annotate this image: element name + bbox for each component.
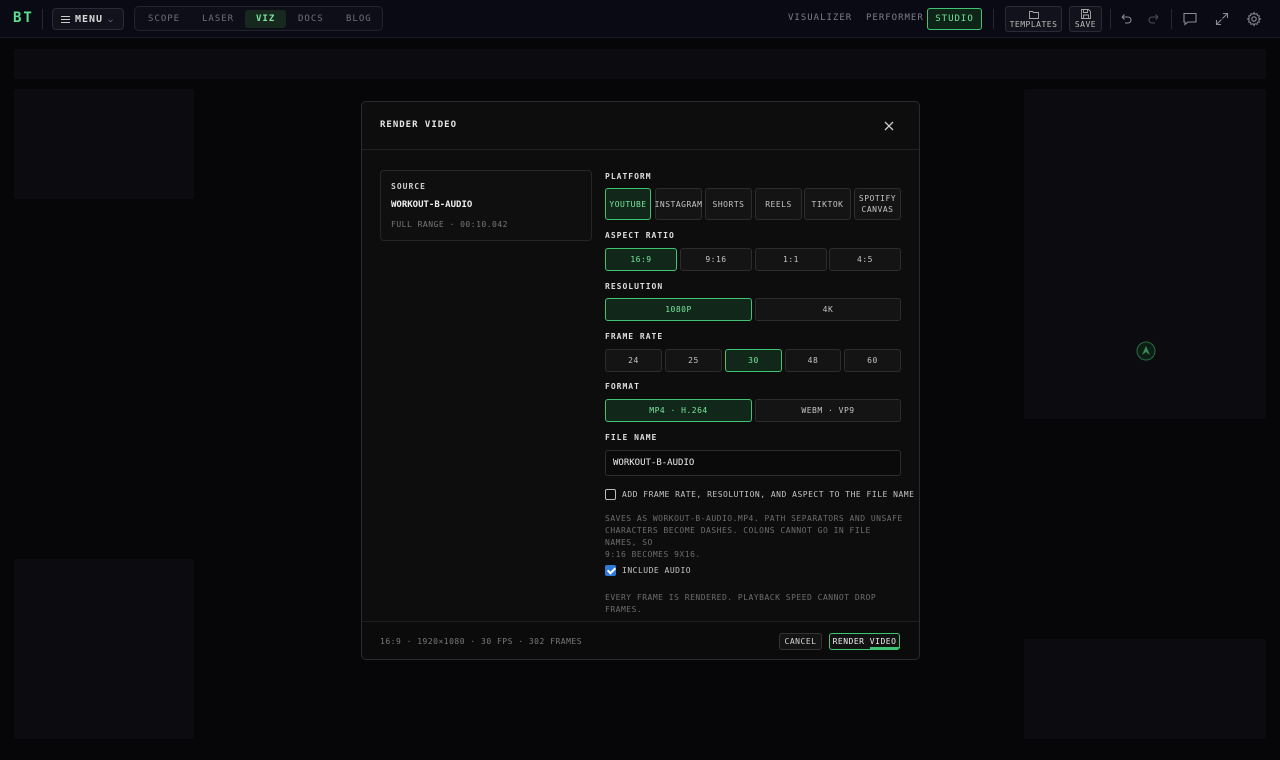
render-summary: 16:9 · 1920×1080 · 30 FPS · 302 FRAMES [380, 637, 583, 646]
platform-youtube[interactable]: YOUTUBE [605, 188, 651, 220]
top-bar: BT MENU ⌵ SCOPE LASER VIZ DOCS BLOG VISU… [0, 0, 1280, 38]
background-panel [1024, 639, 1266, 739]
aspect-4-5[interactable]: 4:5 [829, 248, 901, 271]
divider [993, 9, 994, 29]
menu-label: MENU [75, 13, 104, 25]
include-audio-label[interactable]: INCLUDE AUDIO [622, 566, 691, 575]
expand-icon[interactable] [1214, 11, 1230, 27]
format-label: FORMAT [605, 382, 640, 391]
platform-spotify-canvas[interactable]: SPOTIFY CANVAS [854, 188, 901, 220]
platform-instagram[interactable]: INSTAGRAM [655, 188, 702, 220]
append-specs-checkbox[interactable] [605, 489, 616, 500]
nav-tabs: SCOPE LASER VIZ DOCS BLOG [134, 6, 383, 31]
save-note-line: CHARACTERS BECOME DASHES. COLONS CANNOT … [605, 526, 871, 547]
aspect-ratio-label: ASPECT RATIO [605, 231, 675, 240]
resolution-4k[interactable]: 4K [755, 298, 901, 321]
render-video-dialog: RENDER VIDEO SOURCE WORKOUT-B-AUDIO FULL… [361, 101, 920, 660]
fps-30[interactable]: 30 [725, 349, 782, 372]
fps-24[interactable]: 24 [605, 349, 662, 372]
folder-icon [1028, 10, 1039, 19]
platform-tiktok[interactable]: TIKTOK [804, 188, 851, 220]
fps-60[interactable]: 60 [844, 349, 901, 372]
source-card: SOURCE WORKOUT-B-AUDIO FULL RANGE · 00:1… [380, 170, 592, 241]
frame-rate-label: FRAME RATE [605, 332, 664, 341]
format-webm-vp9[interactable]: WEBM · VP9 [755, 399, 901, 422]
mode-tab-visualizer[interactable]: VISUALIZER [788, 13, 852, 23]
cancel-button[interactable]: CANCEL [779, 633, 822, 650]
mode-tab-studio[interactable]: STUDIO [927, 8, 982, 30]
button-accent-bar [870, 647, 899, 649]
frame-note: EVERY FRAME IS RENDERED. PLAYBACK SPEED … [605, 593, 877, 614]
background-panel [14, 49, 1266, 79]
redo-icon[interactable] [1146, 11, 1162, 27]
save-note-line: 9:16 BECOMES 9X16. [605, 550, 701, 559]
fps-48[interactable]: 48 [785, 349, 841, 372]
templates-label: TEMPLATES [1009, 19, 1058, 29]
file-name-input[interactable]: WORKOUT-B-AUDIO [605, 450, 901, 476]
nav-tab-scope[interactable]: SCOPE [140, 10, 188, 28]
app-logo[interactable]: BT [13, 10, 34, 26]
background-panel [1024, 89, 1266, 419]
aspect-16-9[interactable]: 16:9 [605, 248, 677, 271]
nav-tab-docs[interactable]: DOCS [290, 10, 332, 28]
aspect-1-1[interactable]: 1:1 [755, 248, 827, 271]
include-audio-checkbox[interactable] [605, 565, 616, 576]
source-label: SOURCE [391, 182, 426, 191]
divider [42, 9, 43, 29]
mode-tab-performer[interactable]: PERFORMER [866, 13, 924, 23]
gear-icon[interactable] [1246, 11, 1262, 27]
comment-icon[interactable] [1182, 11, 1198, 27]
background-panel [14, 89, 194, 199]
save-note-line: SAVES AS WORKOUT-B-AUDIO.mp4. PATH SEPAR… [605, 514, 903, 523]
nav-tab-laser[interactable]: LASER [194, 10, 242, 28]
aspect-9-16[interactable]: 9:16 [680, 248, 752, 271]
nav-tab-blog[interactable]: BLOG [338, 10, 380, 28]
dialog-title: RENDER VIDEO [380, 120, 458, 130]
append-specs-label[interactable]: ADD FRAME RATE, RESOLUTION, AND ASPECT T… [622, 490, 914, 499]
platform-reels[interactable]: REELS [755, 188, 802, 220]
file-name-label: FILE NAME [605, 433, 658, 442]
divider [1171, 9, 1172, 29]
save-label: SAVE [1074, 20, 1097, 29]
hamburger-icon [61, 15, 70, 23]
save-button[interactable]: SAVE [1069, 6, 1102, 32]
source-name: WORKOUT-B-AUDIO [391, 200, 473, 210]
render-video-label: RENDER VIDEO [832, 637, 897, 646]
menu-button[interactable]: MENU ⌵ [52, 8, 124, 30]
source-range: FULL RANGE · 00:10.042 [391, 220, 508, 229]
platform-shorts[interactable]: SHORTS [705, 188, 752, 220]
dialog-footer: 16:9 · 1920×1080 · 30 FPS · 302 FRAMES C… [362, 621, 919, 659]
templates-button[interactable]: TEMPLATES [1005, 6, 1062, 32]
close-icon[interactable] [882, 119, 896, 133]
background-panel [14, 559, 194, 739]
undo-icon[interactable] [1118, 11, 1134, 27]
save-note: SAVES AS WORKOUT-B-AUDIO.mp4. PATH SEPAR… [605, 513, 905, 561]
chevron-down-icon: ⌵ [108, 14, 114, 24]
divider [1110, 9, 1111, 29]
platform-label: PLATFORM [605, 172, 652, 181]
save-icon [1080, 9, 1091, 19]
fps-25[interactable]: 25 [665, 349, 722, 372]
divider [362, 149, 919, 150]
render-video-button[interactable]: RENDER VIDEO [829, 633, 900, 650]
cursor-marker-icon [1136, 341, 1156, 361]
nav-tab-viz[interactable]: VIZ [245, 10, 287, 28]
format-mp4-h264[interactable]: MP4 · H.264 [605, 399, 752, 422]
resolution-label: RESOLUTION [605, 282, 664, 291]
resolution-1080p[interactable]: 1080P [605, 298, 752, 321]
